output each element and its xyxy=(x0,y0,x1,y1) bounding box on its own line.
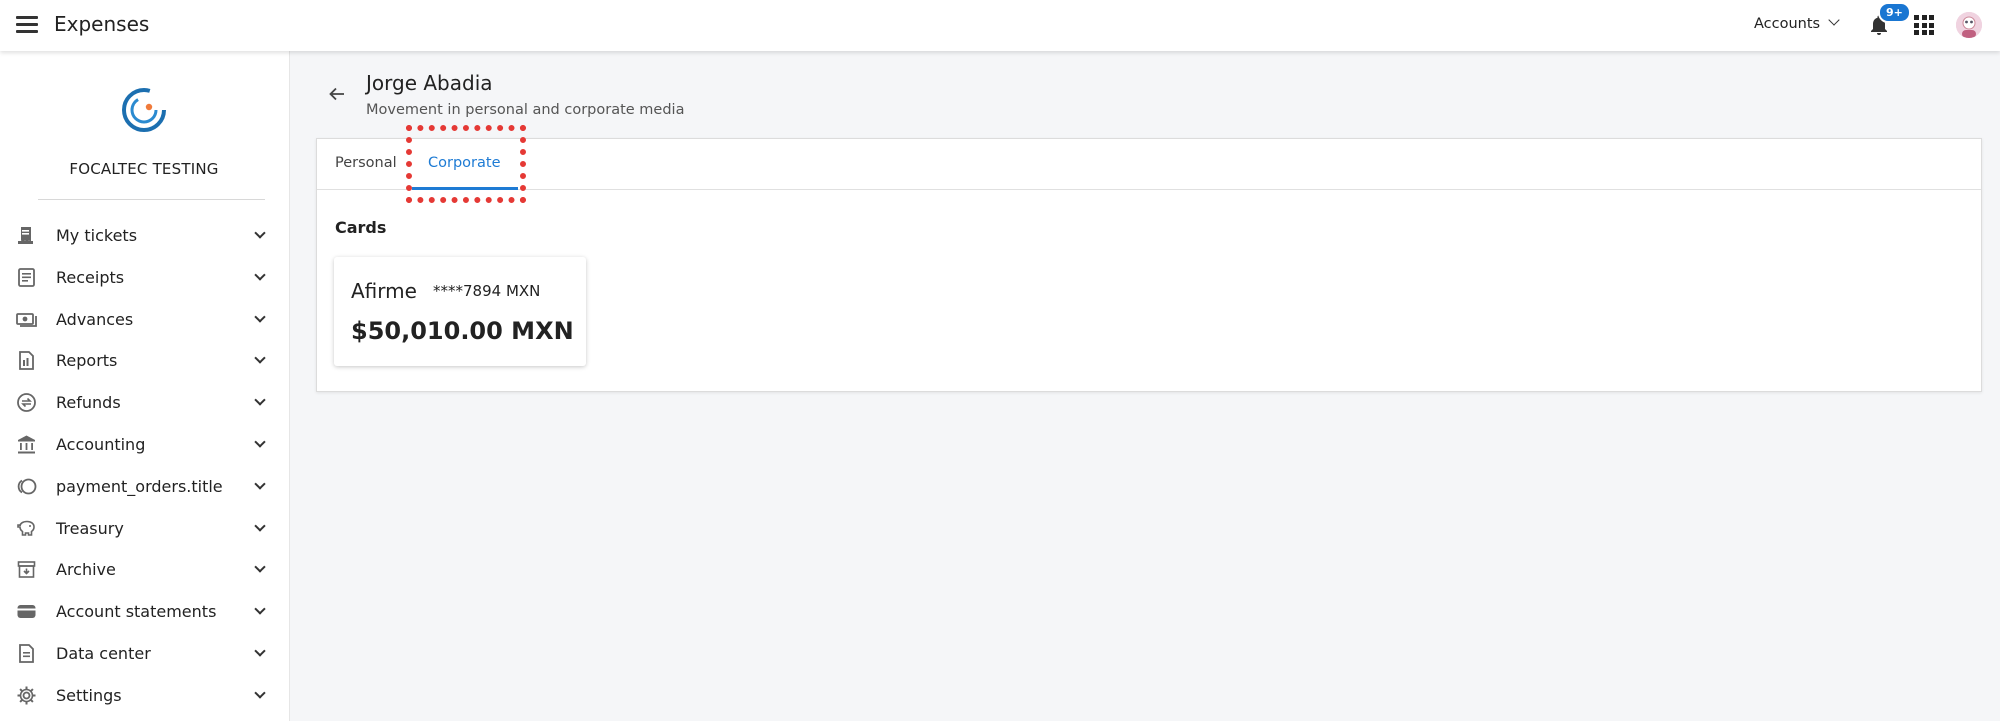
movements-panel: Personal Corporate Cards Afirme ****7894… xyxy=(316,138,1982,392)
highlight-box xyxy=(406,125,526,203)
company-logo xyxy=(122,88,166,132)
card-bank: Afirme xyxy=(351,279,417,303)
ticket-icon xyxy=(18,227,33,244)
sidebar-item-account-statements[interactable]: Account statements xyxy=(0,591,290,633)
sidebar-item-label: payment_orders.title xyxy=(56,476,223,496)
chevron-down-icon xyxy=(254,519,266,532)
sidebar-item-refunds[interactable]: Refunds xyxy=(0,382,290,424)
chevron-down-icon xyxy=(254,603,266,615)
chevron-down-icon xyxy=(254,394,266,406)
chevron-down-icon xyxy=(254,436,266,448)
sidebar-item-advances[interactable]: Advances xyxy=(0,299,290,341)
card-number: ****7894 MXN xyxy=(433,282,541,300)
chevron-down-icon xyxy=(254,227,266,239)
app-title: Expenses xyxy=(54,12,150,36)
chevron-down-icon xyxy=(254,478,266,490)
top-bar: Expenses Accounts 9+ xyxy=(0,0,2000,51)
tab-personal[interactable]: Personal xyxy=(335,155,397,171)
coins-icon xyxy=(17,478,37,495)
avatar[interactable] xyxy=(1956,12,1982,38)
sidebar-item-reports[interactable]: Reports xyxy=(0,340,290,382)
sidebar-item-archive[interactable]: Archive xyxy=(0,549,290,591)
sidebar-item-label: Refunds xyxy=(56,393,121,413)
wallet-icon xyxy=(17,605,36,619)
gear-icon xyxy=(17,686,36,705)
sidebar-item-data-center[interactable]: Data center xyxy=(0,633,290,675)
accounts-label: Accounts xyxy=(1754,16,1821,32)
refund-icon xyxy=(17,393,36,413)
chevron-down-icon xyxy=(1828,14,1840,26)
chevron-down-icon xyxy=(254,352,266,365)
sidebar-item-label: My tickets xyxy=(56,226,138,245)
sidebar-item-settings[interactable]: Settings xyxy=(0,675,290,717)
chevron-down-icon xyxy=(254,645,266,657)
chevron-down-icon xyxy=(254,687,266,699)
chevron-down-icon xyxy=(254,269,266,281)
sidebar-item-my-tickets[interactable]: My tickets xyxy=(0,215,290,257)
apps-grid-icon[interactable] xyxy=(1914,15,1934,35)
sidebar-item-label: Settings xyxy=(56,685,122,705)
receipt-icon xyxy=(18,267,35,287)
cash-icon xyxy=(16,312,37,327)
sidebar-item-label: Archive xyxy=(56,560,116,580)
sidebar-item-label: Account statements xyxy=(56,602,217,622)
notification-badge: 9+ xyxy=(1878,2,1911,23)
tab-bar: Personal Corporate xyxy=(317,139,1981,190)
organization-name: FOCALTEC TESTING xyxy=(69,160,219,178)
chevron-down-icon xyxy=(254,310,266,323)
sidebar-item-label: Accounting xyxy=(56,434,146,454)
report-icon xyxy=(19,351,34,371)
accounts-dropdown[interactable]: Accounts xyxy=(1754,14,1840,32)
sidebar: FOCALTEC TESTING My tickets Receipts Adv… xyxy=(0,51,290,721)
sidebar-item-treasury[interactable]: Treasury xyxy=(0,508,290,550)
sidebar-item-label: Data center xyxy=(56,643,151,663)
sidebar-item-label: Reports xyxy=(56,351,118,371)
back-arrow-icon[interactable] xyxy=(327,84,347,104)
sidebar-divider xyxy=(38,199,265,200)
sidebar-item-label: Advances xyxy=(56,309,134,329)
piggy-bank-icon xyxy=(17,520,35,536)
page-subtitle: Movement in personal and corporate media xyxy=(366,102,685,118)
card-item[interactable]: Afirme ****7894 MXN $50,010.00 MXN xyxy=(334,257,586,366)
archive-icon xyxy=(17,561,36,579)
sidebar-item-accounting[interactable]: Accounting xyxy=(0,424,290,466)
sidebar-item-label: Treasury xyxy=(56,518,124,538)
cards-section-title: Cards xyxy=(335,218,387,237)
sidebar-item-payment-orders[interactable]: payment_orders.title xyxy=(0,466,290,508)
sidebar-nav: My tickets Receipts Advances Reports Ref… xyxy=(0,215,290,717)
sidebar-item-receipts[interactable]: Receipts xyxy=(0,257,290,299)
data-file-icon xyxy=(19,644,34,663)
hamburger-menu-icon[interactable] xyxy=(16,16,38,34)
bank-icon xyxy=(18,435,35,454)
chevron-down-icon xyxy=(254,561,266,574)
page-title: Jorge Abadia xyxy=(366,71,493,95)
card-balance: $50,010.00 MXN xyxy=(351,317,574,345)
sidebar-item-label: Receipts xyxy=(56,267,125,287)
